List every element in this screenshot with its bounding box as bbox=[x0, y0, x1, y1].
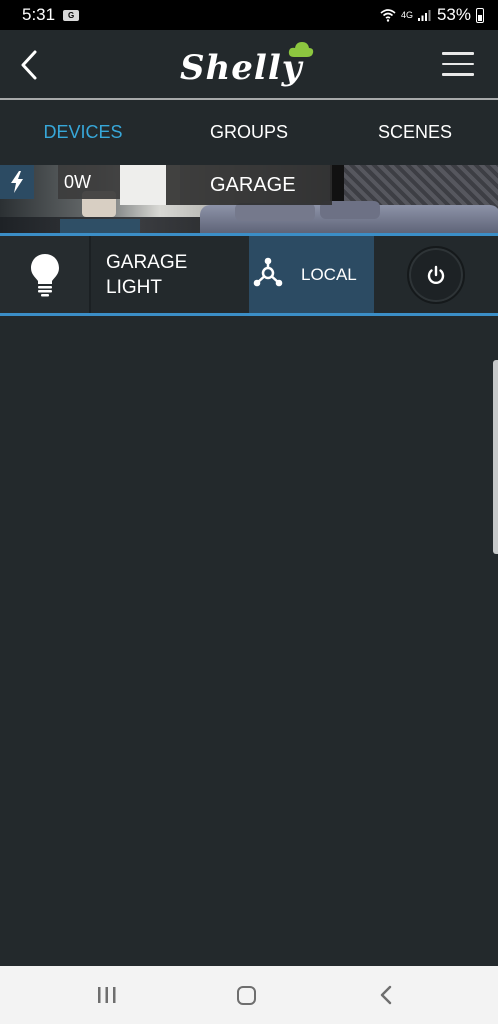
scrollbar[interactable] bbox=[493, 360, 498, 554]
back-button[interactable] bbox=[14, 48, 46, 82]
energy-badge bbox=[0, 165, 34, 199]
tab-bar: DEVICES GROUPS SCENES bbox=[0, 100, 498, 164]
menu-line bbox=[442, 73, 474, 76]
room-image-rug bbox=[60, 219, 140, 233]
menu-line bbox=[442, 62, 474, 65]
device-icon-cell[interactable] bbox=[0, 236, 91, 313]
tab-groups[interactable]: GROUPS bbox=[166, 100, 332, 164]
recent-apps-icon[interactable] bbox=[96, 986, 118, 1004]
power-icon bbox=[427, 265, 445, 285]
logo-text: Shelly bbox=[180, 48, 303, 88]
status-left: 5:31 G bbox=[22, 5, 80, 25]
tab-devices[interactable]: DEVICES bbox=[0, 100, 166, 164]
room-power-reading: 0W bbox=[58, 165, 120, 199]
status-right: 4G 53% bbox=[380, 5, 484, 25]
device-name: GARAGE LIGHT bbox=[106, 252, 188, 298]
connection-label: LOCAL bbox=[301, 265, 357, 284]
lightbulb-icon bbox=[30, 253, 59, 296]
tab-scenes[interactable]: SCENES bbox=[332, 100, 498, 164]
power-toggle-button[interactable] bbox=[407, 246, 465, 304]
room-banner[interactable]: 0W GARAGE bbox=[0, 165, 498, 233]
lightning-bolt-icon bbox=[11, 171, 23, 193]
menu-button[interactable] bbox=[442, 52, 474, 78]
chevron-left-icon bbox=[21, 50, 37, 80]
room-image-pillow bbox=[235, 203, 315, 221]
hamburger-menu-icon bbox=[442, 52, 474, 55]
shelly-logo: Shelly bbox=[180, 40, 320, 90]
system-nav-bar bbox=[0, 966, 498, 1024]
device-row[interactable]: GARAGE LIGHT LOCAL bbox=[0, 233, 498, 316]
back-icon[interactable] bbox=[378, 985, 394, 1005]
home-icon[interactable] bbox=[237, 986, 256, 1005]
cloud-icon bbox=[288, 42, 314, 57]
battery-percent: 53% bbox=[436, 5, 471, 24]
battery-icon bbox=[476, 7, 484, 23]
wifi-icon bbox=[380, 9, 396, 22]
signal-icon bbox=[417, 10, 431, 21]
status-bar: 5:31 G 4G 53% bbox=[0, 0, 498, 30]
status-time: 5:31 bbox=[22, 5, 56, 24]
network-hub-icon bbox=[253, 257, 283, 287]
app-header: Shelly bbox=[0, 30, 498, 100]
gallery-icon: G bbox=[63, 9, 80, 21]
network-type: 4G bbox=[400, 9, 413, 20]
room-name: GARAGE bbox=[166, 165, 332, 205]
connection-status[interactable]: LOCAL bbox=[249, 236, 374, 313]
